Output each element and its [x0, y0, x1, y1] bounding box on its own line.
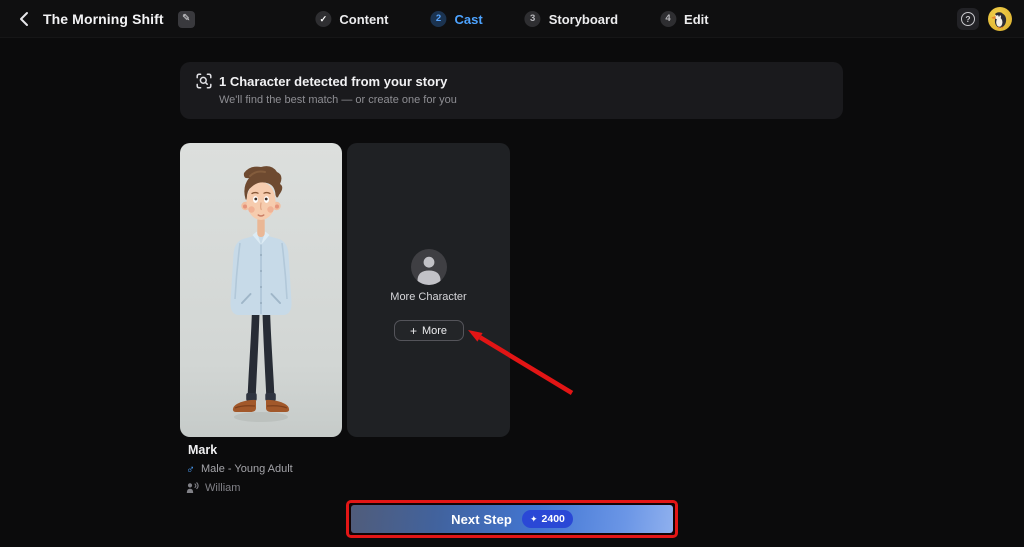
app-window: The Morning Shift ✎ ✓ Content 2 Cast 3 S…	[0, 0, 1024, 547]
character-voice-row: William	[186, 482, 240, 494]
next-step-button[interactable]: Next Step ✦ 2400	[351, 505, 673, 533]
character-demographic-row: ♂ Male - Young Adult	[186, 463, 293, 475]
topbar-left: The Morning Shift ✎	[14, 0, 195, 38]
character-demographic: Male - Young Adult	[201, 463, 293, 475]
step-content[interactable]: ✓ Content	[315, 11, 389, 27]
puffin-avatar-icon	[991, 12, 1007, 29]
banner-title: 1 Character detected from your story	[219, 73, 448, 89]
wizard-steps: ✓ Content 2 Cast 3 Storyboard 4 Edit	[315, 0, 709, 38]
detection-banner: 1 Character detected from your story We'…	[180, 62, 843, 119]
back-chevron-icon	[20, 12, 28, 26]
edit-title-button[interactable]: ✎	[177, 10, 195, 28]
credit-amount: 2400	[541, 512, 565, 525]
banner-subtitle: We'll find the best match — or create on…	[219, 94, 457, 106]
step-storyboard[interactable]: 3 Storyboard	[524, 11, 619, 27]
character-voice: William	[205, 482, 241, 494]
help-icon: ?	[961, 12, 975, 26]
pencil-icon: ✎	[181, 13, 191, 24]
project-title: The Morning Shift	[43, 11, 164, 27]
step-edit[interactable]: 4 Edit	[660, 11, 709, 27]
more-button[interactable]: + More	[393, 320, 464, 341]
step-number: 2	[430, 11, 447, 27]
step-cast[interactable]: 2 Cast	[430, 11, 483, 27]
annotation-highlight-rectangle: Next Step ✦ 2400	[346, 500, 678, 538]
back-button[interactable]	[14, 7, 34, 31]
step-label: Content	[339, 11, 389, 27]
check-icon: ✓	[315, 11, 332, 27]
step-label: Storyboard	[548, 11, 619, 27]
credit-cost-badge: ✦ 2400	[521, 510, 573, 528]
plus-icon: +	[409, 323, 417, 338]
help-button[interactable]: ?	[957, 8, 979, 30]
step-number: 4	[660, 11, 677, 27]
step-label: Cast	[454, 11, 483, 27]
more-button-label: More	[421, 324, 448, 337]
voice-icon	[186, 482, 199, 493]
character-scan-icon	[196, 73, 212, 89]
person-placeholder-icon	[410, 249, 447, 285]
male-icon: ♂	[186, 462, 195, 476]
topbar-right: ?	[957, 0, 1012, 38]
step-number: 3	[524, 11, 541, 27]
more-character-label: More Character	[390, 291, 467, 303]
topbar: The Morning Shift ✎ ✓ Content 2 Cast 3 S…	[0, 0, 1024, 38]
sparkle-icon: ✦	[529, 513, 538, 524]
more-character-card[interactable]: More Character + More	[347, 143, 510, 437]
user-avatar[interactable]	[988, 7, 1012, 31]
character-portrait	[180, 143, 342, 437]
character-card-mark[interactable]	[180, 143, 342, 437]
character-name: Mark	[188, 443, 218, 457]
next-step-label: Next Step	[451, 511, 512, 527]
step-label: Edit	[684, 11, 709, 27]
